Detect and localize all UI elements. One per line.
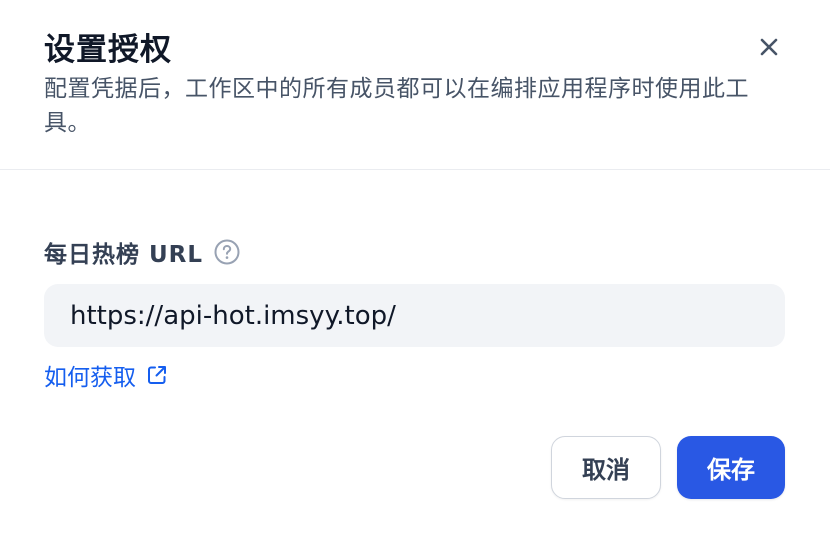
field-label: 每日热榜 URL [44, 242, 204, 268]
save-button[interactable]: 保存 [677, 436, 785, 499]
field-label-row: 每日热榜 URL [44, 232, 241, 272]
how-to-get-link[interactable]: 如何获取 [44, 358, 170, 392]
external-link-icon [144, 362, 170, 388]
dialog-header: 设置授权 配置凭据后，工作区中的所有成员都可以在编排应用程序时使用此工具。 [0, 0, 830, 170]
close-icon [759, 37, 779, 61]
help-link-label: 如何获取 [44, 365, 136, 391]
dialog-title: 设置授权 [44, 32, 172, 68]
close-button[interactable] [752, 32, 786, 66]
url-input[interactable] [44, 284, 785, 347]
dialog-description: 配置凭据后，工作区中的所有成员都可以在编排应用程序时使用此工具。 [44, 76, 749, 136]
question-circle-icon[interactable] [213, 238, 241, 266]
cancel-button[interactable]: 取消 [551, 436, 661, 499]
authorization-dialog: 设置授权 配置凭据后，工作区中的所有成员都可以在编排应用程序时使用此工具。 每日… [0, 0, 830, 558]
